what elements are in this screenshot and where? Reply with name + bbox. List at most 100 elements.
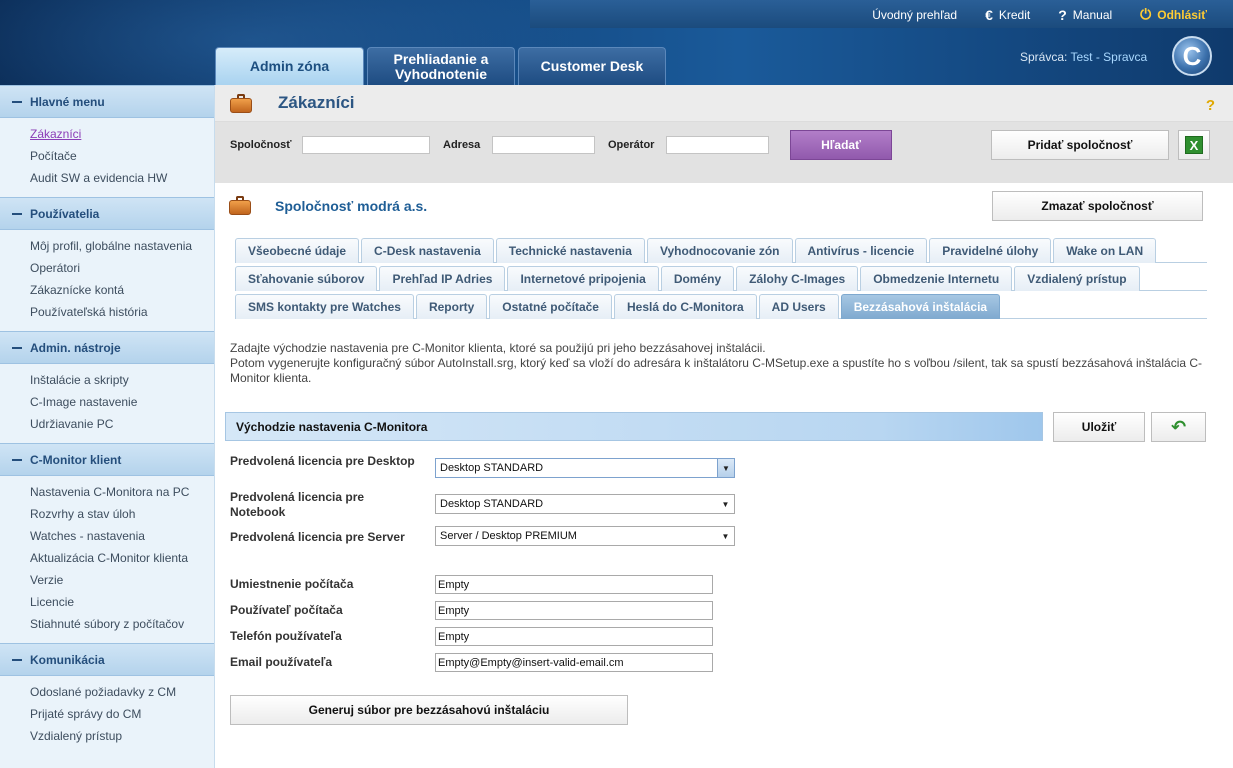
tab-admin-zone[interactable]: Admin zóna xyxy=(215,47,364,85)
sidebar-section-header[interactable]: Hlavné menu xyxy=(0,85,214,118)
section-title: Východzie nastavenia C-Monitora xyxy=(236,419,428,434)
sidebar-item[interactable]: Odoslané požiadavky z CM xyxy=(30,681,214,703)
address-filter-input[interactable] xyxy=(492,136,595,154)
sidebar-item[interactable]: Rozvrhy a stav úloh xyxy=(30,503,214,525)
collapse-dash-icon xyxy=(12,658,22,661)
help-icon[interactable]: ? xyxy=(1206,97,1215,114)
sidebar-item[interactable]: Počítače xyxy=(30,145,214,167)
tab-overview[interactable]: Prehliadanie a Vyhodnotenie xyxy=(367,47,515,85)
user-phone-input[interactable]: Empty xyxy=(435,627,713,646)
sidebar-section-list: Inštalácie a skripty C-Image nastavenie Ud… xyxy=(0,364,214,443)
sidebar-section-title: C-Monitor klient xyxy=(30,452,122,467)
company-briefcase-icon xyxy=(228,195,252,215)
subtab[interactable]: Wake on LAN xyxy=(1053,238,1157,263)
subtab[interactable]: Zálohy C-Images xyxy=(736,266,859,291)
section-header: Východzie nastavenia C-Monitora xyxy=(225,412,1043,441)
pc-user-input[interactable]: Empty xyxy=(435,601,713,620)
manual-label: Manual xyxy=(1072,7,1113,22)
sidebar-item[interactable]: Zákaznícke kontá xyxy=(30,279,214,301)
subtab[interactable]: Internetové pripojenia xyxy=(507,266,659,291)
subtab[interactable]: Reporty xyxy=(415,294,488,319)
admin-user-info: Správca: Test - Spravca xyxy=(1020,50,1147,64)
subtab[interactable]: C-Desk nastavenia xyxy=(361,238,494,263)
chevron-down-icon: ▼ xyxy=(721,531,730,541)
search-button[interactable]: Hľadať xyxy=(790,130,892,160)
user-email-label: Email používateľa xyxy=(230,655,332,669)
delete-company-button[interactable]: Zmazať spoločnosť xyxy=(992,191,1203,221)
sidebar-item[interactable]: Vzdialený prístup xyxy=(30,725,214,747)
subtab[interactable]: Pravidelné úlohy xyxy=(929,238,1052,263)
excel-export-button[interactable]: X xyxy=(1178,130,1210,160)
sidebar-section-header[interactable]: Komunikácia xyxy=(0,643,214,676)
notebook-license-value: Desktop STANDARD xyxy=(440,498,544,510)
subtab[interactable]: SMS kontakty pre Watches xyxy=(235,294,414,319)
description-line-1: Zadajte východzie nastavenia pre C-Monit… xyxy=(230,341,766,355)
tab-customer-desk[interactable]: Customer Desk xyxy=(518,47,666,85)
sidebar-item[interactable]: C-Image nastavenie xyxy=(30,391,214,413)
sidebar-item[interactable]: Udržiavanie PC xyxy=(30,413,214,435)
company-subtabs: Všeobecné údaje C-Desk nastavenia Technick… xyxy=(235,238,1207,322)
back-button[interactable]: ↶ xyxy=(1151,412,1206,442)
manual-link[interactable]: ? Manual xyxy=(1058,6,1112,23)
subtab[interactable]: Sťahovanie súborov xyxy=(235,266,378,291)
overview-link[interactable]: Úvodný prehľad xyxy=(872,6,957,23)
save-button[interactable]: Uložiť xyxy=(1053,412,1145,442)
top-links-bar: Úvodný prehľad € Kredit ? Manual ⏻ Odhlá… xyxy=(530,0,1233,28)
operator-filter-input[interactable] xyxy=(666,136,769,154)
pc-user-label: Používateľ počítača xyxy=(230,603,343,617)
notebook-license-select[interactable]: Desktop STANDARD ▼ xyxy=(435,494,735,514)
subtab[interactable]: Vzdialený prístup xyxy=(1014,266,1140,291)
server-license-select[interactable]: Server / Desktop PREMIUM ▼ xyxy=(435,526,735,546)
company-filter-input[interactable] xyxy=(302,136,430,154)
company-filter-label: Spoločnosť xyxy=(230,139,292,151)
sidebar-section-title: Používatelia xyxy=(30,206,100,221)
credit-link[interactable]: € Kredit xyxy=(985,6,1030,23)
sidebar-item[interactable]: Licencie xyxy=(30,591,214,613)
sidebar-item[interactable]: Zákazníci xyxy=(30,123,214,145)
sidebar-section-header[interactable]: C-Monitor klient xyxy=(0,443,214,476)
sidebar: Hlavné menu Zákazníci Počítače Audit SW a e… xyxy=(0,85,215,768)
sidebar-item[interactable]: Môj profil, globálne nastavenia xyxy=(30,235,214,257)
subtab[interactable]: Bezzásahová inštalácia xyxy=(840,294,1001,319)
subtab[interactable]: Vyhodnocovanie zón xyxy=(646,238,793,263)
sidebar-item[interactable]: Inštalácie a skripty xyxy=(30,369,214,391)
subtab[interactable]: Ostatné počítače xyxy=(489,294,612,319)
sidebar-item[interactable]: Aktualizácia C-Monitor klienta xyxy=(30,547,214,569)
generate-install-file-button[interactable]: Generuj súbor pre bezzásahovú inštaláciu xyxy=(230,695,628,725)
sidebar-item[interactable]: Verzie xyxy=(30,569,214,591)
add-company-button[interactable]: Pridať spoločnosť xyxy=(991,130,1169,160)
sidebar-item[interactable]: Operátori xyxy=(30,257,214,279)
main-tabs: Admin zóna Prehliadanie a Vyhodnotenie C… xyxy=(215,47,666,85)
subtab[interactable]: Antivírus - licencie xyxy=(794,238,928,263)
user-email-input[interactable]: Empty@Empty@insert-valid-email.cm xyxy=(435,653,713,672)
subtab[interactable]: Heslá do C-Monitora xyxy=(613,294,757,319)
sidebar-section-title: Komunikácia xyxy=(30,652,105,667)
sidebar-section-header[interactable]: Admin. nástroje xyxy=(0,331,214,364)
desktop-license-select[interactable]: Desktop STANDARD ▼ xyxy=(435,458,735,478)
sidebar-item[interactable]: Watches - nastavenia xyxy=(30,525,214,547)
question-icon: ? xyxy=(1058,6,1067,23)
subtab[interactable]: Obmedzenie Internetu xyxy=(860,266,1013,291)
sidebar-section-header[interactable]: Používatelia xyxy=(0,197,214,230)
sidebar-item[interactable]: Používateľská história xyxy=(30,301,214,323)
user-phone-label: Telefón používateľa xyxy=(230,629,342,643)
admin-user-name[interactable]: Test - Spravca xyxy=(1070,50,1147,64)
collapse-dash-icon xyxy=(12,100,22,103)
admin-user-label: Správca: xyxy=(1020,50,1068,64)
subtab[interactable]: Všeobecné údaje xyxy=(235,238,360,263)
subtab[interactable]: AD Users xyxy=(758,294,839,319)
sidebar-item[interactable]: Audit SW a evidencia HW xyxy=(30,167,214,189)
server-license-label: Predvolená licencia pre Server xyxy=(230,530,405,544)
subtab[interactable]: Domény xyxy=(660,266,735,291)
pc-location-input[interactable]: Empty xyxy=(435,575,713,594)
sidebar-item[interactable]: Prijaté správy do CM xyxy=(30,703,214,725)
sidebar-item[interactable]: Stiahnuté súbory z počítačov xyxy=(30,613,214,635)
subtab-row: Sťahovanie súborov Prehľad IP Adries Inter… xyxy=(235,266,1207,291)
sidebar-section-list: Zákazníci Počítače Audit SW a evidencia HW xyxy=(0,118,214,197)
chevron-down-icon: ▼ xyxy=(721,499,730,509)
subtab[interactable]: Prehľad IP Adries xyxy=(379,266,506,291)
sidebar-item[interactable]: Nastavenia C-Monitora na PC xyxy=(30,481,214,503)
chevron-down-icon: ▼ xyxy=(717,459,734,477)
logout-link[interactable]: ⏻ Odhlásiť xyxy=(1140,6,1207,23)
subtab[interactable]: Technické nastavenia xyxy=(495,238,645,263)
